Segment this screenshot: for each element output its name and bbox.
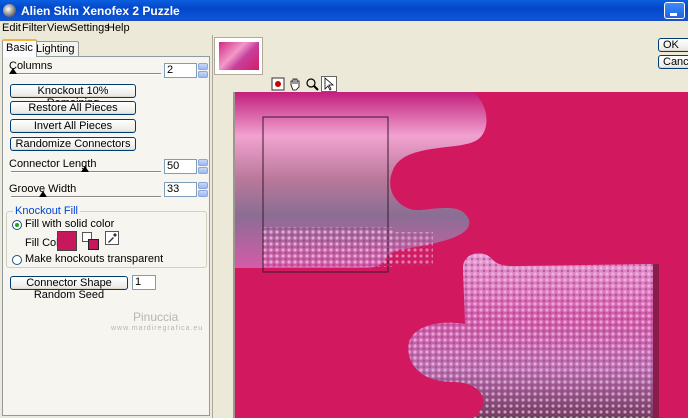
window-title: Alien Skin Xenofex 2 Puzzle bbox=[21, 4, 180, 18]
watermark-name: Pinuccia bbox=[133, 310, 179, 324]
groove-width-spinner[interactable] bbox=[198, 182, 208, 197]
connector-length-input[interactable]: 50 bbox=[164, 159, 197, 174]
groove-width-slider-thumb[interactable] bbox=[39, 191, 47, 197]
make-transparent-label[interactable]: Make knockouts transparent bbox=[25, 253, 163, 265]
preview-canvas-frame bbox=[233, 92, 688, 418]
menu-filter[interactable]: Filter bbox=[22, 22, 46, 34]
restore-all-pieces-button[interactable]: Restore All Pieces bbox=[10, 101, 136, 115]
preview-toggle-tool[interactable] bbox=[270, 76, 286, 92]
color-picker-pink-swatch[interactable] bbox=[88, 239, 99, 250]
groove-width-input[interactable]: 33 bbox=[164, 182, 197, 197]
zoom-tool-icon[interactable] bbox=[304, 76, 320, 92]
watermark-site: www.mardiregrafica.eu bbox=[111, 325, 204, 332]
app-icon bbox=[3, 4, 16, 17]
menu-help[interactable]: Help bbox=[107, 22, 130, 34]
menu-edit[interactable]: Edit bbox=[2, 22, 21, 34]
fill-solid-label[interactable]: Fill with solid color bbox=[25, 218, 114, 230]
puzzle-preview bbox=[233, 92, 688, 418]
randomize-connectors-button[interactable]: Randomize Connectors bbox=[10, 137, 136, 151]
make-transparent-radio[interactable] bbox=[12, 255, 22, 265]
knockout-fill-title: Knockout Fill bbox=[13, 205, 80, 217]
connector-length-spinner[interactable] bbox=[198, 159, 208, 174]
columns-slider-track[interactable] bbox=[11, 73, 161, 75]
minimize-button[interactable] bbox=[664, 2, 685, 19]
columns-slider-thumb[interactable] bbox=[9, 68, 17, 74]
preview-area: OK Cancel bbox=[213, 35, 688, 418]
title-bar: Alien Skin Xenofex 2 Puzzle bbox=[0, 0, 688, 21]
invert-all-pieces-button[interactable]: Invert All Pieces bbox=[10, 119, 136, 133]
arrow-tool-icon[interactable] bbox=[321, 76, 337, 92]
connector-length-slider-thumb[interactable] bbox=[81, 166, 89, 172]
basic-tab-content: Columns 2 Knockout 10% Remaining Restore… bbox=[2, 56, 210, 416]
fill-solid-radio[interactable] bbox=[12, 220, 22, 230]
eyedropper-icon[interactable] bbox=[105, 231, 119, 245]
menu-view[interactable]: View bbox=[47, 22, 71, 34]
columns-spinner[interactable] bbox=[198, 63, 208, 78]
connector-shape-random-seed-button[interactable]: Connector Shape Random Seed bbox=[10, 276, 128, 301]
puzzle-filter-window: Alien Skin Xenofex 2 Puzzle Edit Filter … bbox=[0, 0, 688, 418]
columns-input[interactable]: 2 bbox=[164, 63, 197, 78]
controls-panel: Basic Lighting Columns 2 Knockout 10% Re… bbox=[0, 35, 213, 418]
ok-button[interactable]: OK bbox=[658, 38, 688, 52]
random-seed-input[interactable]: 1 bbox=[132, 275, 156, 290]
menu-bar: Edit Filter View Settings Help bbox=[0, 21, 688, 35]
knockout-fill-group: Knockout Fill Fill with solid color Fill… bbox=[6, 205, 207, 268]
preview-canvas[interactable] bbox=[233, 92, 688, 418]
preview-thumbnail[interactable] bbox=[214, 37, 263, 75]
menu-settings[interactable]: Settings bbox=[70, 22, 110, 34]
hand-tool-icon[interactable] bbox=[287, 76, 303, 92]
groove-width-slider-track[interactable] bbox=[11, 196, 161, 198]
knockout-button[interactable]: Knockout 10% Remaining bbox=[10, 84, 136, 109]
tab-basic[interactable]: Basic bbox=[2, 39, 37, 57]
fill-color-swatch[interactable] bbox=[57, 231, 77, 251]
tab-lighting[interactable]: Lighting bbox=[32, 41, 79, 56]
cancel-button[interactable]: Cancel bbox=[658, 55, 688, 69]
